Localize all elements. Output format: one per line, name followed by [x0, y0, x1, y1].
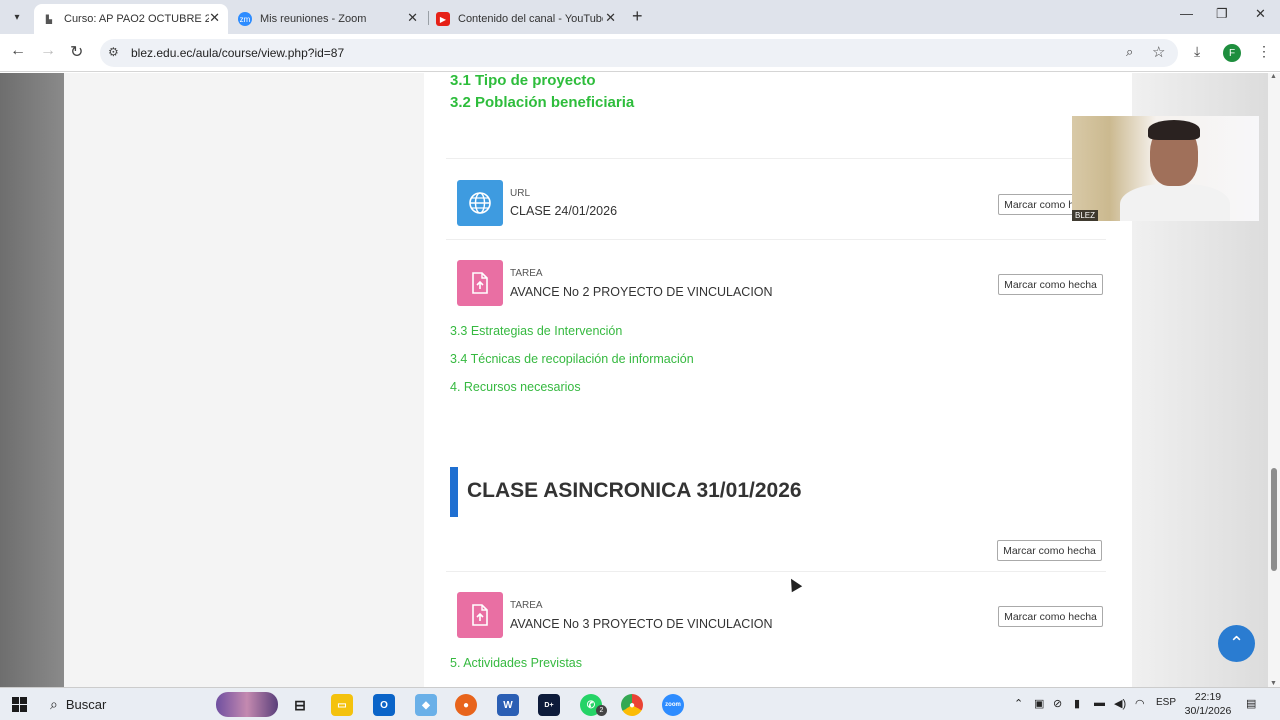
maximize-button[interactable]: ❐ [1216, 6, 1228, 22]
section-accent-bar [450, 467, 458, 517]
browser-toolbar: ← → ↻ ⚙ blez.edu.ec/aula/course/view.php… [0, 34, 1280, 72]
clock-date: 30/1/2026 [1184, 705, 1232, 717]
topic-link[interactable]: 3.3 Estrategias de Intervención [450, 324, 622, 338]
minimize-button[interactable]: — [1180, 6, 1193, 21]
tab-bar: ▾ ▙ Curso: AP PAO2 OCTUBRE 2025 ✕ zm Mis… [0, 0, 1280, 34]
download-icon[interactable]: ⤓ [1194, 43, 1200, 60]
address-bar[interactable]: ⚙ blez.edu.ec/aula/course/view.php?id=87… [100, 39, 1178, 67]
zoom-icon: zm [238, 12, 252, 26]
scroll-down-arrow-icon[interactable]: ▼ [1270, 680, 1277, 687]
file-explorer-icon[interactable]: ▭ [331, 694, 353, 716]
mark-done-button[interactable]: Marcar como hecha [998, 606, 1103, 627]
tray-icon[interactable]: ▣ [1034, 697, 1044, 710]
taskbar-search[interactable]: ⌕ Buscar [40, 692, 280, 717]
participant-hair [1148, 120, 1200, 140]
globe-icon [469, 192, 491, 214]
tab-search-button[interactable]: ▾ [6, 8, 28, 26]
scrollbar-thumb[interactable] [1271, 468, 1277, 571]
firefox-icon[interactable]: ● [455, 694, 477, 716]
tab-zoom[interactable]: zm Mis reuniones - Zoom ✕ [230, 4, 426, 34]
chevron-up-icon[interactable]: ⌃ [1014, 697, 1023, 710]
notifications-icon[interactable]: ▤ [1246, 697, 1256, 710]
microphone-icon[interactable]: ▮ [1074, 697, 1080, 710]
menu-icon[interactable]: ⋮ [1257, 43, 1271, 60]
topic-link[interactable]: 4. Recursos necesarios [450, 380, 581, 394]
divider [446, 158, 1106, 159]
close-icon[interactable]: ✕ [209, 10, 220, 26]
url-text[interactable]: blez.edu.ec/aula/course/view.php?id=87 [131, 46, 344, 60]
close-icon[interactable]: ✕ [407, 10, 418, 26]
background-left [0, 73, 64, 687]
site-info-icon[interactable]: ⚙ [108, 45, 119, 59]
activity-link[interactable]: CLASE 24/01/2026 [510, 204, 617, 218]
activity-link[interactable]: AVANCE No 2 PROYECTO DE VINCULACION [510, 285, 773, 299]
volume-icon[interactable]: ◀) [1114, 697, 1126, 710]
reload-button[interactable]: ↻ [70, 42, 83, 62]
topic-link[interactable]: 5. Actividades Previstas [450, 656, 582, 670]
activity-type: TAREA [510, 268, 543, 279]
topic-link[interactable]: 3.1 Tipo de proyecto [450, 73, 596, 89]
forward-button[interactable]: → [40, 42, 56, 60]
clock[interactable]: 22:19 30/1/2026 [1183, 690, 1233, 718]
activity-type: URL [510, 188, 531, 199]
disney-icon[interactable]: D+ [538, 694, 560, 716]
moodle-icon: ▙ [45, 14, 53, 24]
activity-link[interactable]: AVANCE No 3 PROYECTO DE VINCULACION [510, 617, 773, 631]
tab-course[interactable]: ▙ Curso: AP PAO2 OCTUBRE 2025 ✕ [34, 4, 228, 34]
topic-link[interactable]: 3.4 Técnicas de recopilación de informac… [450, 352, 694, 366]
assignment-icon [472, 272, 488, 294]
course-content: 3.1 Tipo de proyecto 3.2 Población benef… [424, 73, 1132, 687]
word-icon[interactable]: W [497, 694, 519, 716]
search-highlight-image [216, 692, 278, 717]
background-left-panel [64, 73, 424, 687]
window-close-button[interactable]: ✕ [1255, 6, 1266, 22]
topic-link[interactable]: 3.2 Población beneficiaria [450, 94, 634, 111]
scroll-up-arrow-icon[interactable]: ▲ [1270, 73, 1277, 80]
camera-off-icon[interactable]: ⊘ [1053, 697, 1062, 710]
search-label: Buscar [65, 697, 107, 712]
page-scrollbar[interactable]: ▲ ▼ [1268, 73, 1280, 687]
tab-label: Curso: AP PAO2 OCTUBRE 2025 [64, 13, 209, 25]
scroll-to-top-button[interactable]: ⌃ [1218, 625, 1255, 662]
zoom-icon[interactable]: ⌕ [1126, 44, 1133, 60]
mark-done-button[interactable]: Marcar como hecha [998, 274, 1103, 295]
divider [446, 239, 1106, 240]
bookmark-star-icon[interactable]: ☆ [1152, 43, 1165, 61]
mark-done-button[interactable]: Marcar como hecha [997, 540, 1102, 561]
clock-time: 22:19 [1194, 691, 1222, 703]
youtube-icon: ▶ [436, 12, 450, 26]
section-title: CLASE ASINCRONICA 31/01/2026 [467, 479, 802, 502]
whatsapp-badge: 2 [596, 705, 607, 716]
profile-avatar[interactable]: F [1223, 44, 1241, 62]
chrome-icon[interactable]: ● [621, 694, 643, 716]
close-icon[interactable]: ✕ [605, 10, 616, 26]
url-activity-icon[interactable] [457, 180, 503, 226]
divider [446, 571, 1106, 572]
tab-youtube[interactable]: ▶ Contenido del canal - YouTube ✕ [428, 4, 624, 34]
participant-body [1120, 184, 1230, 221]
assignment-icon [472, 604, 488, 626]
battery-icon[interactable]: ▬ [1094, 697, 1105, 709]
windows-start-icon[interactable] [12, 697, 27, 712]
task-view-icon[interactable]: ⊟ [289, 694, 311, 716]
participant-name-tag: BLEZ [1072, 210, 1099, 221]
network-icon[interactable]: ◠ [1135, 697, 1145, 710]
app-icon[interactable]: ◆ [415, 694, 437, 716]
outlook-icon[interactable]: O [373, 694, 395, 716]
back-button[interactable]: ← [10, 42, 26, 60]
activity-type: TAREA [510, 600, 543, 611]
search-icon: ⌕ [50, 696, 58, 712]
zoom-taskbar-icon[interactable]: zoom [662, 694, 684, 716]
assignment-activity-icon[interactable] [457, 592, 503, 638]
language-indicator[interactable]: ESP [1156, 697, 1176, 708]
tab-label: Contenido del canal - YouTube [458, 13, 603, 25]
windows-taskbar: ⌕ Buscar ⊟ ▭ O ◆ ● W D+ ✆ 2 ● zoom ⌃ ▣ ⊘… [0, 687, 1280, 720]
video-call-overlay[interactable]: BLEZ [1072, 116, 1259, 221]
tab-label: Mis reuniones - Zoom [260, 13, 367, 25]
assignment-activity-icon[interactable] [457, 260, 503, 306]
new-tab-button[interactable]: + [632, 6, 643, 27]
